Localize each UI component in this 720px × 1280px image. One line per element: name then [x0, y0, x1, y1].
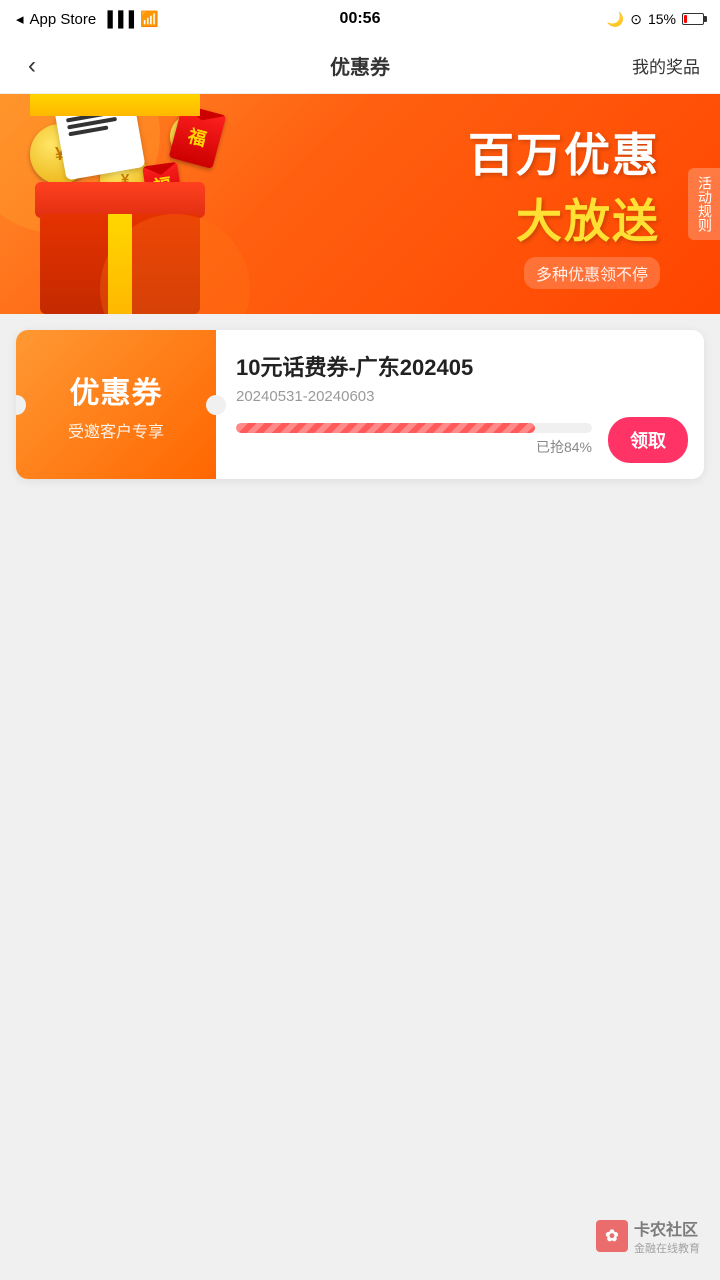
coupon-name: 10元话费券-广东202405: [236, 350, 688, 382]
progress-bar-bg: [236, 423, 592, 433]
coupon-label: 优惠券: [70, 368, 163, 412]
signal-icon: ▐▐▐: [102, 11, 134, 28]
coupon-footer: 已抢84% 领取: [236, 417, 688, 463]
banner-title-1: 百万优惠: [468, 119, 660, 185]
coupon-card: 优惠券 受邀客户专享 10元话费券-广东202405 20240531-2024…: [16, 330, 704, 479]
circle-icon: ⊙: [630, 11, 642, 28]
banner-text-area: 百万优惠 大放送 多种优惠领不停: [468, 119, 660, 289]
coupon-date: 20240531-20240603: [236, 388, 688, 405]
watermark-logo-text: ✿: [605, 1226, 618, 1246]
promo-banner: ¥ ¥ ¥ 百万优惠 大放送: [0, 94, 720, 314]
status-right: 🌙 ⊙ 15%: [607, 11, 704, 28]
page-title: 优惠券: [330, 51, 390, 80]
battery-icon: [682, 13, 704, 25]
watermark-logo: ✿: [596, 1220, 628, 1252]
my-prizes-button[interactable]: 我的奖品: [632, 53, 700, 78]
watermark-text-area: 卡农社区 金融在线教育: [634, 1216, 700, 1256]
progress-bar-fill: [236, 423, 535, 433]
coupon-sublabel: 受邀客户专享: [68, 418, 164, 442]
back-button[interactable]: ‹: [20, 44, 44, 88]
gift-box-icon: [40, 184, 200, 314]
status-left: ◂ App Store ▐▐▐ 📶: [16, 10, 159, 28]
banner-title-2: 大放送: [468, 185, 660, 251]
progress-area: 已抢84%: [236, 423, 592, 457]
nav-bar: ‹ 优惠券 我的奖品: [0, 38, 720, 94]
status-bar: ◂ App Store ▐▐▐ 📶 00:56 🌙 ⊙ 15%: [0, 0, 720, 38]
claim-button[interactable]: 领取: [608, 417, 688, 463]
activity-rules-tab[interactable]: 活动规则: [688, 168, 720, 240]
coupon-right-panel: 10元话费券-广东202405 20240531-20240603 已抢84% …: [216, 330, 704, 479]
moon-icon: 🌙: [607, 11, 624, 28]
watermark: ✿ 卡农社区 金融在线教育: [596, 1216, 700, 1256]
wifi-icon: 📶: [140, 10, 159, 28]
watermark-name: 卡农社区: [634, 1216, 700, 1240]
progress-text: 已抢84%: [236, 437, 592, 457]
gift-illustration: ¥ ¥ ¥: [20, 104, 240, 314]
banner-subtitle: 多种优惠领不停: [524, 257, 660, 289]
status-time: 00:56: [340, 10, 381, 28]
coupon-section: 优惠券 受邀客户专享 10元话费券-广东202405 20240531-2024…: [0, 314, 720, 495]
watermark-sub: 金融在线教育: [634, 1240, 700, 1256]
battery-percent: 15%: [648, 11, 676, 27]
carrier-label: App Store: [30, 11, 97, 28]
back-arrow-icon: ◂: [16, 10, 24, 28]
coupon-left-panel: 优惠券 受邀客户专享: [16, 330, 216, 479]
